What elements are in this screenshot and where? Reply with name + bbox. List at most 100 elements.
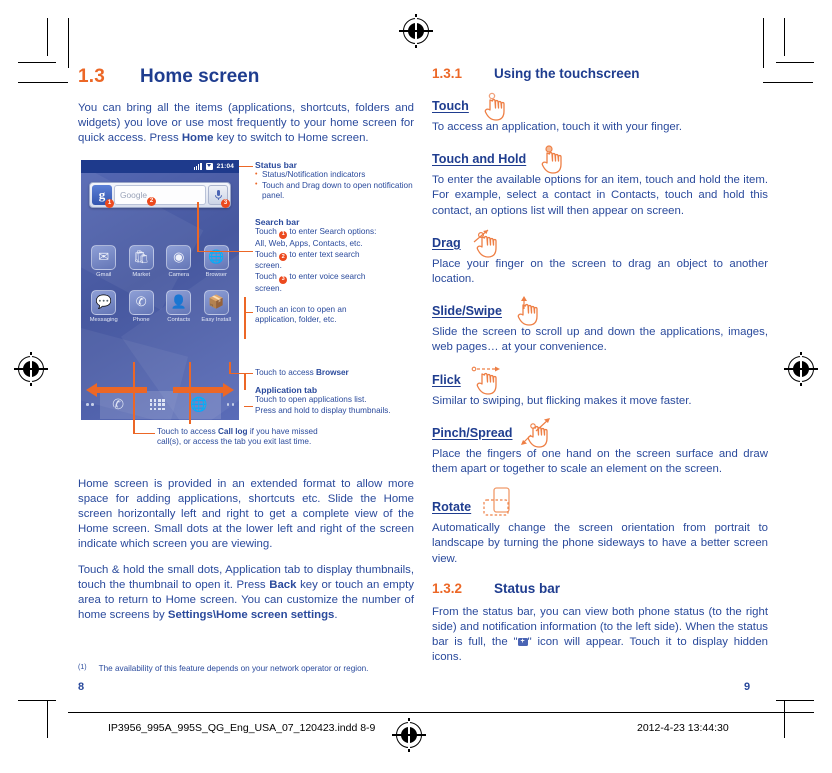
market-icon: 🛍 <box>128 244 154 270</box>
gesture-slide-swipe: Slide/Swipe Slide the screen to scroll u… <box>432 296 768 355</box>
browser-bold-text: Browser <box>315 367 349 377</box>
footnote-text: The availability of this feature depends… <box>98 664 369 673</box>
app-item[interactable]: ◉ Camera <box>160 244 198 278</box>
leader-search-v <box>197 201 199 252</box>
crop-mark-bl-h <box>18 700 56 701</box>
crop-mark-tr-h <box>776 62 814 63</box>
app-item[interactable]: 🛍 Market <box>123 244 161 278</box>
crop-mark-br-h <box>776 700 814 701</box>
app-label: Camera <box>168 271 190 278</box>
registration-mark-left <box>14 352 48 386</box>
search-input[interactable]: Google <box>114 184 206 205</box>
contacts-icon: 👤 <box>166 289 192 315</box>
callout-search-line3: Touch 2 to enter text search <box>255 250 420 262</box>
hand-touch-hold-icon <box>535 132 575 174</box>
leader-search-h <box>197 250 253 253</box>
page-dots-left <box>86 403 94 406</box>
section-number: 1.3.2 <box>432 580 463 596</box>
gesture-description: Place the fingers of one hand on the scr… <box>432 447 768 476</box>
browser-pre-text: Touch to access <box>255 367 316 377</box>
easy-install-icon: 📦 <box>203 289 229 315</box>
rotate-phone-icon <box>480 480 524 516</box>
dock-app-tab-icon[interactable] <box>149 399 165 411</box>
app-item[interactable]: ✆ Phone <box>123 289 161 323</box>
messaging-icon: 💬 <box>91 289 117 315</box>
bullet-item: Touch and Drag down to open notification… <box>255 180 420 202</box>
hand-pinch-icon <box>521 406 561 448</box>
gesture-description: Slide the screen to scroll up and down t… <box>432 326 768 354</box>
leader-icon-h <box>244 311 253 314</box>
crop-mark-bottom-rule <box>68 712 814 713</box>
app-item[interactable]: 💬 Messaging <box>85 289 123 323</box>
crop-mark-tr2-h <box>763 82 813 83</box>
gesture-touch: Touch To access an application, touch it… <box>432 92 768 135</box>
gesture-title: Pinch/Spread <box>432 425 513 440</box>
gesture-description: To enter the available options for an it… <box>432 174 768 217</box>
paragraph-extended-format: Home screen is provided in an extended f… <box>78 477 414 551</box>
app-label: Market <box>132 271 151 278</box>
crop-mark-tl2-v <box>68 18 69 68</box>
inline-badge-2: 2 <box>279 253 288 262</box>
callout-badge-3: 3 <box>221 198 230 208</box>
browser-icon: 🌐 <box>203 244 229 270</box>
callout-open-icon: Touch an icon to open an application, fo… <box>255 305 420 326</box>
paragraph-status-bar: From the status bar, you can view both p… <box>432 605 768 666</box>
leader-icon-v <box>244 296 246 339</box>
section-number: 1.3 <box>78 66 106 87</box>
gesture-touch-and-hold: Touch and Hold To enter the available op… <box>432 145 768 219</box>
hand-flick-icon <box>470 353 510 395</box>
print-filename: IP3956_995A_995S_QG_Eng_USA_07_120423.in… <box>108 722 376 734</box>
crop-mark-tl-v <box>47 18 48 56</box>
registration-mark-top <box>399 14 433 48</box>
callout-browser: Touch to access Browser <box>255 368 420 379</box>
print-info-bar: IP3956_995A_995S_QG_Eng_USA_07_120423.in… <box>0 722 832 744</box>
hand-slide-icon <box>511 284 551 326</box>
left-page-column: 1.3 Home screen You can bring all the it… <box>78 66 414 633</box>
gesture-description: Automatically change the screen orientat… <box>432 522 768 565</box>
print-timestamp: 2012-4-23 13:44:30 <box>637 722 729 734</box>
callout-search-line1: Touch 1 to enter Search options: <box>255 227 420 239</box>
signal-bars-icon <box>193 162 202 170</box>
callout-search-line6: screen. <box>255 283 282 293</box>
crop-mark-tr-v <box>784 18 785 56</box>
intro-bold-home: Home <box>181 132 214 145</box>
footnote: (1) The availability of this feature dep… <box>78 664 368 673</box>
hand-drag-icon <box>470 216 510 258</box>
section-title-status-bar: 1.3.2 Status bar <box>432 581 768 596</box>
page-number-left: 8 <box>78 681 85 693</box>
callout-badge-1: 1 <box>105 198 114 208</box>
callout-search-title: Search bar <box>255 216 300 227</box>
callout-search-line2: All, Web, Apps, Contacts, etc. <box>255 239 363 248</box>
touch-word: Touch <box>255 227 277 237</box>
app-icon-grid: ✉ Gmail 🛍 Market ◉ Camera 🌐 Browser 💬 Messagi… <box>85 244 236 323</box>
callout-calllog-line1: Touch to access Call log if you have mis… <box>157 427 419 438</box>
callout-application-tab: Application tab Touch to open applicatio… <box>255 385 420 417</box>
app-item[interactable]: 📦 Easy Install <box>198 289 236 323</box>
callout-call-log: Touch to access Call log if you have mis… <box>157 427 419 448</box>
app-item[interactable]: 🌐 Browser <box>198 244 236 278</box>
app-label: Phone <box>132 316 150 323</box>
search-opt-text: to enter Search options: <box>289 227 377 237</box>
voice-search-text: to enter voice search <box>289 271 366 281</box>
gesture-title: Touch and Hold <box>432 152 527 167</box>
callout-badge-2: 2 <box>147 196 156 206</box>
gesture-title: Rotate <box>432 500 472 515</box>
text-search-text: to enter text search <box>289 249 360 259</box>
bullet-item: Status/Notification indicators <box>255 170 420 181</box>
app-label: Messaging <box>89 316 118 323</box>
callout-apptab-line2: Press and hold to display thumbnails. <box>255 405 391 415</box>
callout-apptab-title: Application tab <box>255 384 318 395</box>
crop-mark-tr2-v <box>763 18 764 68</box>
calllog-post-text: if you have missed <box>247 426 318 436</box>
app-item[interactable]: 👤 Contacts <box>160 289 198 323</box>
para3-part-c: . <box>334 609 338 622</box>
page-dots-right <box>226 403 234 406</box>
app-label: Gmail <box>96 271 112 278</box>
app-item[interactable]: ✉ Gmail <box>85 244 123 278</box>
app-label: Contacts <box>167 316 191 323</box>
gmail-icon: ✉ <box>91 244 117 270</box>
inline-badge-3: 3 <box>279 275 288 284</box>
phone-status-bar: 21:04 <box>81 159 239 173</box>
leader-browser-up <box>229 361 231 374</box>
page-number-right: 9 <box>744 681 751 693</box>
